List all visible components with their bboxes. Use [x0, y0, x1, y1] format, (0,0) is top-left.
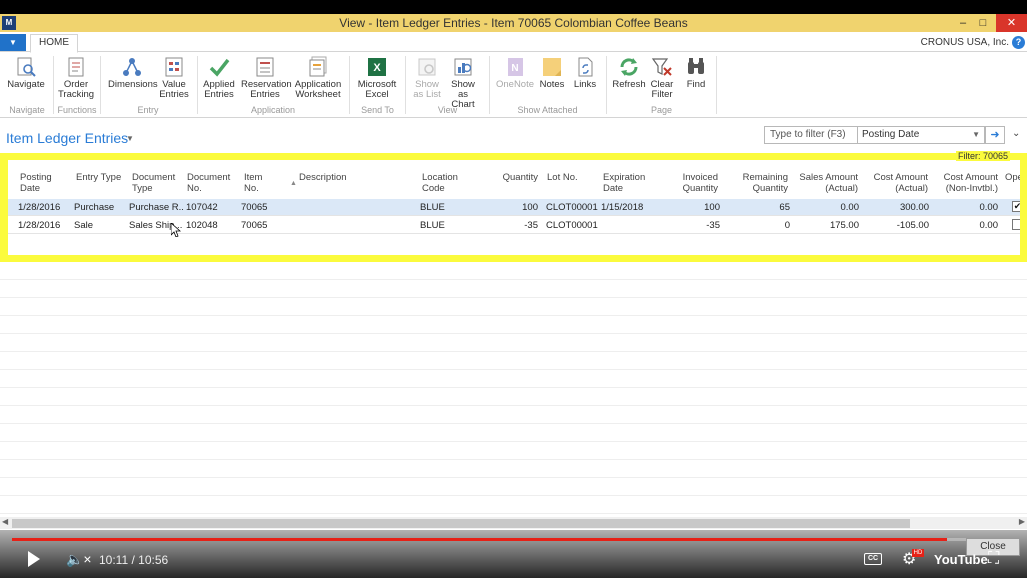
group-page-label: Page [650, 105, 673, 115]
close-window-button[interactable]: ✕ [996, 14, 1027, 32]
applied-entries-button[interactable]: Applied Entries [201, 56, 237, 100]
navigate-button[interactable]: Navigate [6, 56, 46, 90]
company-name[interactable]: CRONUS USA, Inc. [921, 37, 1009, 48]
show-as-list-button[interactable]: Show as List [410, 56, 444, 100]
reservation-icon [256, 57, 274, 77]
page-menu-caret-icon[interactable]: ▼ [126, 134, 134, 143]
reservation-entries-label: Reservation Entries [241, 79, 292, 100]
title-bar-strip: M View - Item Ledger Entries - Item 7006… [0, 14, 1027, 32]
horizontal-scrollbar[interactable]: ◀ ▶ [0, 517, 1027, 529]
show-as-chart-button[interactable]: Show as Chart [445, 56, 481, 110]
play-icon[interactable] [28, 551, 40, 567]
microsoft-excel-label: Microsoft Excel [357, 79, 397, 100]
mouse-cursor-icon [171, 223, 181, 237]
app-menu-button[interactable]: ▼ [0, 34, 26, 51]
tab-home[interactable]: HOME [30, 34, 78, 53]
title-bar: M View - Item Ledger Entries - Item 7006… [0, 0, 1027, 32]
dimensions-icon [123, 58, 141, 76]
applied-entries-label: Applied Entries [203, 79, 235, 100]
value-entries-icon [165, 57, 183, 77]
order-tracking-label: Order Tracking [57, 79, 95, 100]
grid-empty-area [0, 262, 1027, 517]
refresh-button[interactable]: Refresh [612, 56, 646, 90]
collapse-chevron-icon[interactable]: ⌄ [1012, 128, 1020, 139]
order-tracking-icon [68, 57, 84, 77]
check-icon [209, 58, 230, 77]
group-functions-label: Functions [57, 105, 97, 115]
list-icon [418, 58, 436, 76]
dimensions-button[interactable]: Dimensions [108, 56, 158, 90]
apply-filter-button[interactable]: ➜ [985, 126, 1005, 144]
clear-filter-icon [651, 58, 672, 76]
application-worksheet-label: Application Worksheet [294, 79, 342, 100]
filter-input[interactable]: Type to filter (F3) [764, 126, 858, 144]
youtube-logo[interactable]: YouTube [934, 552, 988, 567]
video-time: 10:11 / 10:56 [99, 553, 169, 567]
clear-filter-label: Clear Filter [650, 79, 674, 100]
links-icon [578, 57, 593, 77]
value-entries-label: Value Entries [159, 79, 189, 100]
scroll-right-icon[interactable]: ▶ [1019, 517, 1025, 526]
excel-icon: X [368, 58, 386, 76]
value-entries-button[interactable]: Value Entries [158, 56, 190, 100]
chart-icon [454, 58, 472, 76]
onenote-icon: N [508, 58, 523, 76]
order-tracking-button[interactable]: Order Tracking [56, 56, 96, 100]
clear-filter-button[interactable]: Clear Filter [647, 56, 677, 100]
group-application-label: Application [250, 105, 296, 115]
reservation-entries-button[interactable]: Reservation Entries [241, 56, 292, 100]
mute-icon[interactable]: 🔈× [66, 551, 92, 568]
links-label: Links [573, 79, 597, 90]
group-view-label: View [437, 105, 458, 115]
navigate-label: Navigate [7, 79, 45, 90]
svg-text:N: N [511, 63, 518, 74]
group-show-attached-label: Show Attached [517, 105, 578, 115]
filter-field-value: Posting Date [862, 129, 920, 140]
dimensions-label: Dimensions [108, 79, 158, 90]
notes-icon [543, 58, 561, 76]
worksheet-icon [309, 56, 327, 77]
svg-text:X: X [373, 62, 381, 74]
group-navigate-label: Navigate [9, 105, 45, 115]
refresh-label: Refresh [612, 79, 646, 90]
highlight-frame [0, 153, 1027, 262]
page-title[interactable]: Item Ledger Entries [6, 130, 128, 146]
ribbon: Navigate Order Tracking Dimensions Value… [0, 53, 1027, 118]
fullscreen-icon[interactable]: ⛶ [988, 550, 999, 568]
links-button[interactable]: Links [572, 56, 598, 90]
filter-field-select[interactable]: Posting Date ▼ [857, 126, 985, 144]
onenote-label: OneNote [495, 79, 535, 90]
find-label: Find [686, 79, 706, 90]
video-progress-fill [12, 538, 947, 541]
refresh-icon [620, 58, 638, 76]
help-icon[interactable]: ? [1012, 36, 1025, 49]
group-entry-label: Entry [137, 105, 159, 115]
notes-button[interactable]: Notes [538, 56, 566, 90]
scroll-left-icon[interactable]: ◀ [2, 517, 8, 526]
navigate-icon [17, 57, 36, 77]
find-button[interactable]: Find [682, 56, 710, 90]
hd-badge: HD [912, 549, 924, 557]
app-window: M View - Item Ledger Entries - Item 7006… [0, 0, 1027, 578]
scrollbar-thumb[interactable] [12, 519, 910, 528]
video-progress-bar[interactable] [12, 538, 1015, 541]
maximize-button[interactable]: □ [970, 14, 996, 32]
microsoft-excel-button[interactable]: X Microsoft Excel [355, 56, 399, 100]
notes-label: Notes [539, 79, 565, 90]
cc-icon[interactable]: CC [864, 553, 882, 565]
filter-status-label: Filter: 70065 [956, 151, 1011, 161]
window-title: View - Item Ledger Entries - Item 70065 … [339, 16, 688, 30]
onenote-button[interactable]: N OneNote [494, 56, 536, 90]
application-worksheet-button[interactable]: Application Worksheet [293, 56, 343, 100]
chevron-down-icon: ▼ [972, 130, 980, 139]
find-icon [688, 58, 704, 74]
show-as-list-label: Show as List [413, 79, 441, 100]
group-send-to-label: Send To [361, 105, 394, 115]
ribbon-separator [716, 56, 717, 114]
ribbon-tab-bar: ▼ HOME CRONUS USA, Inc. ? [0, 32, 1027, 53]
